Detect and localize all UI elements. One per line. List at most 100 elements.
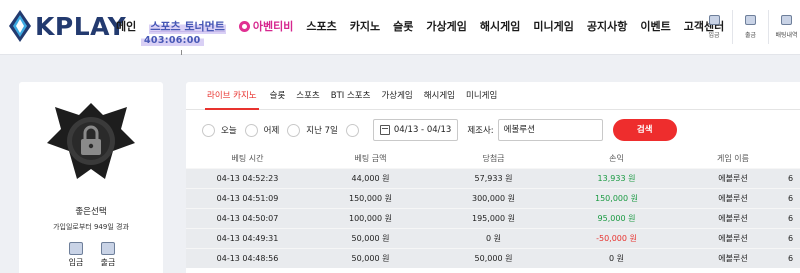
cell-game: 에볼루션	[718, 194, 748, 203]
radio-yesterday-label: 어제	[263, 126, 280, 136]
nav-item-slot[interactable]: 슬롯	[393, 18, 413, 34]
cell-win: 0 원	[486, 234, 501, 243]
tab-mini[interactable]: 미니게임	[466, 82, 497, 110]
tab-live-casino[interactable]: 라이브 카지노	[205, 82, 259, 110]
tab-hash[interactable]: 해시게임	[424, 82, 455, 110]
live-tv-icon	[238, 20, 250, 32]
radio-custom[interactable]	[345, 123, 365, 137]
radio-last-7-days-label: 지난 7일	[306, 126, 338, 136]
tab-virtual[interactable]: 가상게임	[381, 82, 412, 110]
table-row[interactable]: 04-13 04:49:31 50,000 원 0 원 -50,000 원 에볼…	[186, 228, 800, 248]
cell-time: 04-13 04:48:56	[216, 254, 279, 263]
radio-today-label: 오늘	[221, 126, 237, 136]
top-header: KPLAY 메인 스포츠 토너먼트 아벤티비 스포츠 카지노 슬롯 가상게임 해…	[0, 0, 800, 55]
cell-extra: 6	[788, 234, 794, 243]
provider-label: 제조사:	[467, 126, 494, 136]
profile-withdraw-label: 출금	[100, 258, 116, 267]
profile-card: 좋은선택 가입일로부터 949일 경과 입금 출금	[19, 82, 163, 273]
bet-history-panel: 라이브 카지노 슬롯 스포츠 BTI 스포츠 가상게임 해시게임 미니게임 오늘…	[186, 82, 800, 273]
nav-item-main[interactable]: 메인	[116, 18, 136, 34]
radio-circle[interactable]	[202, 123, 215, 137]
cell-bet: 50,000 원	[351, 234, 390, 243]
bet-history-table: 베팅 시간 베팅 금액 당첨금 손익 게임 이름 04-13 04:52:23 …	[186, 148, 800, 268]
site-logo[interactable]: KPLAY	[8, 9, 126, 43]
header-withdraw-button[interactable]: 출금	[732, 10, 768, 44]
logo-text: KPLAY	[35, 11, 127, 41]
cell-time: 04-13 04:49:31	[216, 234, 279, 243]
col-bet-amount: 베팅 금액	[354, 153, 387, 163]
cell-profit-loss: 13,933 원	[597, 174, 636, 183]
timer-tick	[181, 50, 182, 55]
header-deposit-button[interactable]: 입금	[696, 10, 732, 44]
cell-time: 04-13 04:51:09	[216, 194, 279, 203]
tab-bti-sports[interactable]: BTI 스포츠	[331, 82, 371, 110]
bet-history-icon	[781, 15, 792, 25]
col-game-name: 게임 이름	[717, 153, 749, 163]
table-row[interactable]: 04-13 04:48:56 50,000 원 50,000 원 0 원 에볼루…	[186, 248, 800, 268]
date-range-picker[interactable]: 04/13 - 04/13	[372, 119, 459, 141]
withdraw-icon	[745, 15, 756, 25]
filter-bar: 오늘 어제 지난 7일 04/13 - 04/13 제조사: 에볼루션 검색	[186, 116, 800, 144]
tab-slot[interactable]: 슬롯	[270, 82, 286, 110]
nav-item-casino[interactable]: 카지노	[350, 18, 380, 34]
profile-actions: 입금 출금	[61, 242, 125, 268]
username: 좋은선택	[75, 207, 107, 217]
nav-item-mini[interactable]: 미니게임	[533, 18, 573, 34]
table-row[interactable]: 04-13 04:51:09 150,000 원 300,000 원 150,0…	[186, 188, 800, 208]
profile-deposit-button[interactable]: 입금	[61, 242, 91, 268]
radio-circle[interactable]	[287, 123, 301, 137]
cell-game: 에볼루션	[718, 214, 748, 223]
cell-win: 195,000 원	[472, 214, 515, 223]
tab-sports[interactable]: 스포츠	[296, 82, 319, 110]
cell-profit-loss: 95,000 원	[597, 214, 636, 223]
radio-circle[interactable]	[345, 123, 359, 137]
cell-bet: 150,000 원	[349, 194, 392, 203]
header-bet-history-label: 배팅내역	[775, 32, 798, 39]
radio-yesterday[interactable]: 어제	[244, 123, 280, 137]
cell-profit-loss: 150,000 원	[595, 194, 638, 203]
table-row[interactable]: 04-13 04:50:07 100,000 원 195,000 원 95,00…	[186, 208, 800, 228]
header-bet-history-button[interactable]: 배팅내역	[768, 10, 800, 44]
profile-deposit-label: 입금	[68, 258, 84, 267]
radio-last-7-days[interactable]: 지난 7일	[287, 123, 338, 137]
category-tabs: 라이브 카지노 슬롯 스포츠 BTI 스포츠 가상게임 해시게임 미니게임	[186, 82, 800, 110]
nav-item-event[interactable]: 이벤트	[640, 18, 670, 34]
col-winnings: 당첨금	[482, 153, 505, 163]
col-bet-time: 베팅 시간	[231, 153, 264, 163]
col-profit-loss: 손익	[609, 153, 624, 163]
radio-today[interactable]: 오늘	[202, 123, 237, 137]
nav-item-aventv-label: 아벤티비	[252, 20, 294, 33]
cell-extra: 6	[788, 174, 794, 183]
cell-time: 04-13 04:50:07	[216, 214, 279, 223]
deposit-icon	[69, 242, 83, 255]
withdraw-icon	[101, 242, 115, 255]
date-range-value: 04/13 - 04/13	[393, 125, 452, 135]
cell-win: 57,933 원	[474, 174, 513, 183]
cell-bet: 100,000 원	[349, 214, 392, 223]
cell-game: 에볼루션	[718, 254, 748, 263]
nav-item-aventv[interactable]: 아벤티비	[238, 18, 294, 34]
table-header: 베팅 시간 베팅 금액 당첨금 손익 게임 이름	[186, 148, 800, 168]
profile-withdraw-button[interactable]: 출금	[93, 242, 123, 268]
calendar-icon	[379, 125, 390, 135]
cell-extra: 6	[788, 194, 794, 203]
table-row[interactable]: 04-13 04:52:23 44,000 원 57,933 원 13,933 …	[186, 168, 800, 188]
header-withdraw-label: 출금	[744, 32, 757, 39]
radio-circle[interactable]	[244, 123, 258, 137]
tournament-timer: 403:06:00	[141, 35, 204, 46]
cell-win: 50,000 원	[474, 254, 513, 263]
cell-time: 04-13 04:52:23	[216, 174, 279, 183]
header-deposit-label: 입금	[708, 32, 720, 39]
logo-mark-icon	[9, 10, 31, 42]
nav-item-notice[interactable]: 공지사항	[587, 18, 627, 34]
cell-profit-loss: -50,000 원	[596, 234, 637, 243]
nav-item-sports[interactable]: 스포츠	[306, 18, 336, 34]
deposit-icon	[708, 15, 720, 25]
nav-item-sports-tournament[interactable]: 스포츠 토너먼트	[149, 18, 226, 34]
provider-select[interactable]: 에볼루션	[497, 119, 603, 141]
search-button[interactable]: 검색	[612, 119, 677, 141]
cell-profit-loss: 0 원	[609, 254, 624, 263]
nav-item-virtual[interactable]: 가상게임	[426, 18, 466, 34]
cell-bet: 44,000 원	[351, 174, 390, 183]
nav-item-hash[interactable]: 해시게임	[480, 18, 520, 34]
